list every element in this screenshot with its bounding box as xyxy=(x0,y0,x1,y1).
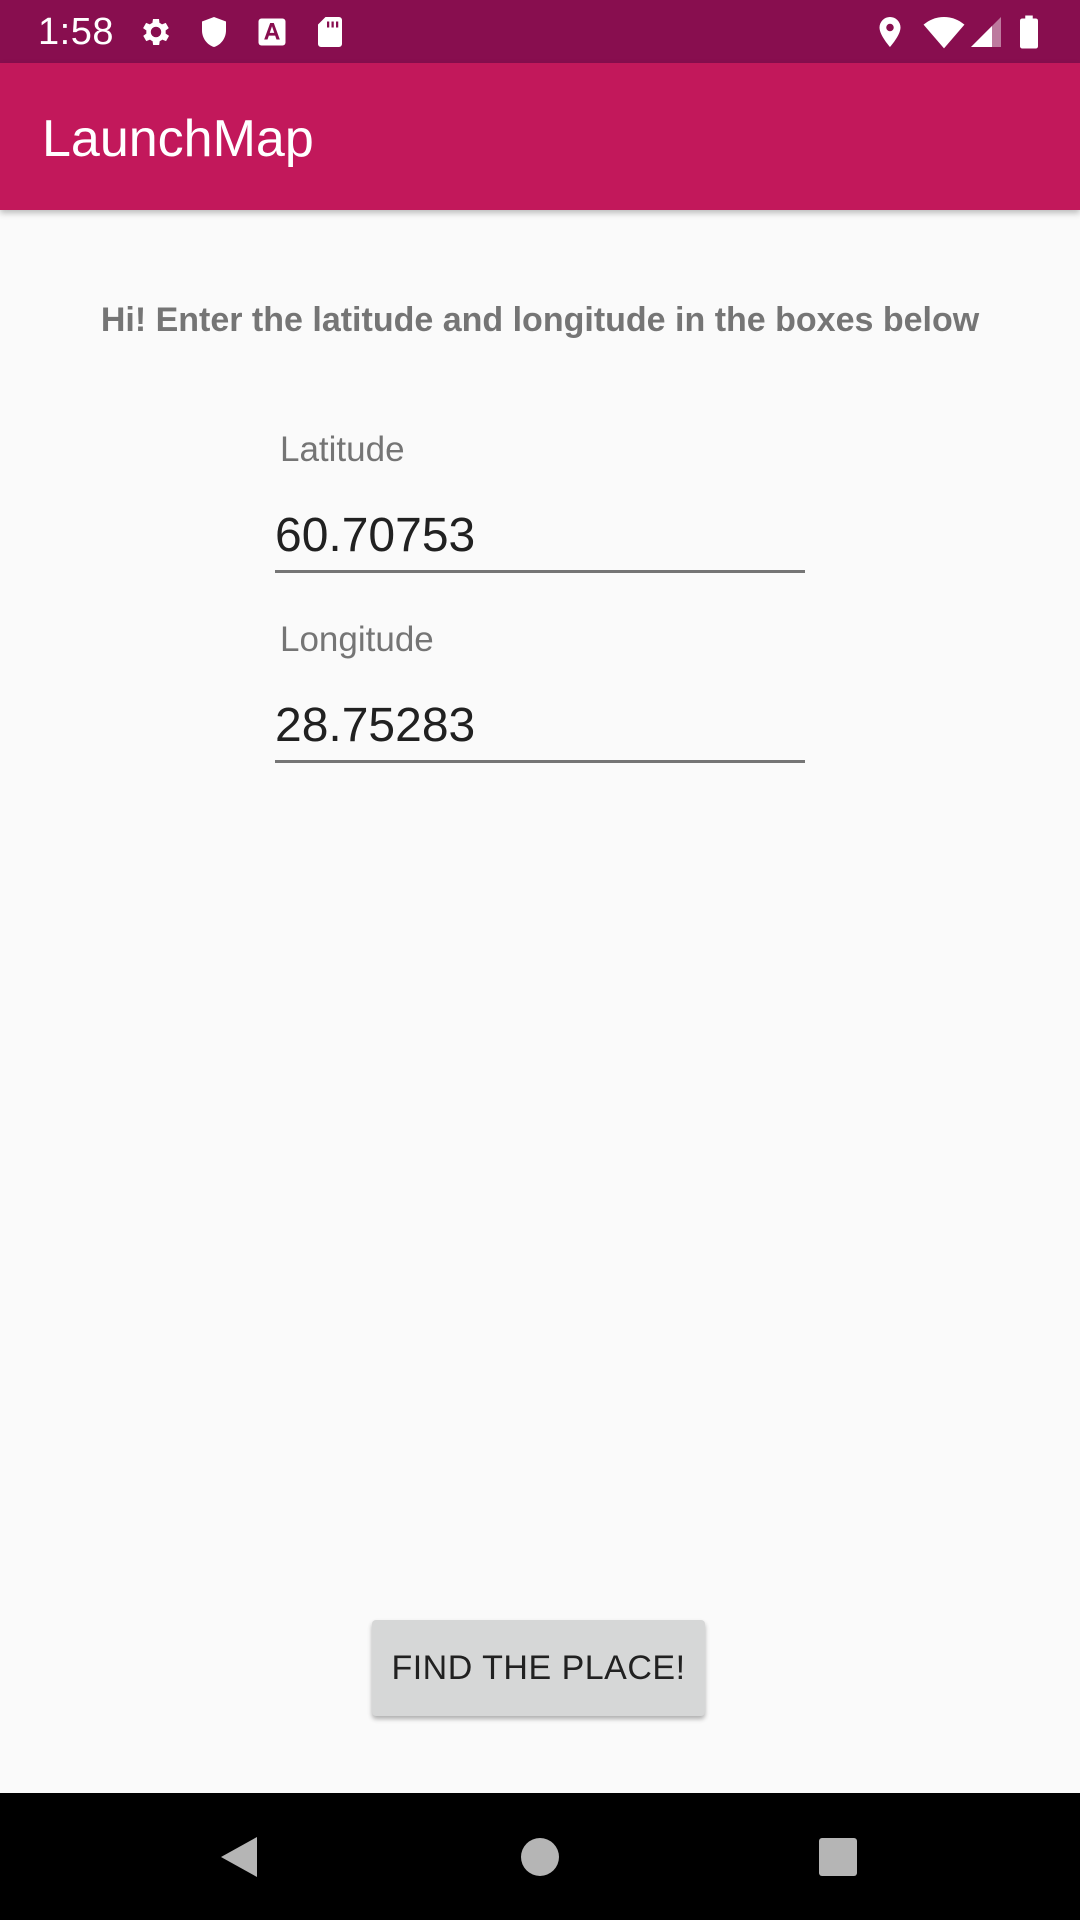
recents-icon[interactable] xyxy=(806,1825,870,1889)
font-icon xyxy=(254,14,290,50)
gear-icon xyxy=(138,14,174,50)
latitude-label: Latitude xyxy=(280,430,405,469)
instruction-text: Hi! Enter the latitude and longitude in … xyxy=(100,301,980,339)
find-place-button[interactable]: FIND THE PLACE! xyxy=(372,1620,705,1716)
latitude-input[interactable] xyxy=(275,500,805,573)
back-icon[interactable] xyxy=(207,1825,271,1889)
shield-icon xyxy=(196,14,232,50)
location-icon xyxy=(872,14,908,50)
wifi-icon xyxy=(922,14,966,50)
app-bar: LaunchMap xyxy=(0,63,1080,210)
battery-icon xyxy=(1014,14,1044,50)
status-time: 1:58 xyxy=(38,11,114,53)
status-bar: 1:58 xyxy=(0,0,1080,63)
longitude-input[interactable] xyxy=(275,690,805,763)
longitude-label: Longitude xyxy=(280,620,434,659)
app-title: LaunchMap xyxy=(42,110,314,168)
signal-icon xyxy=(968,14,1004,50)
sd-card-icon xyxy=(312,14,348,50)
home-icon[interactable] xyxy=(508,1825,572,1889)
navigation-bar xyxy=(0,1793,1080,1920)
